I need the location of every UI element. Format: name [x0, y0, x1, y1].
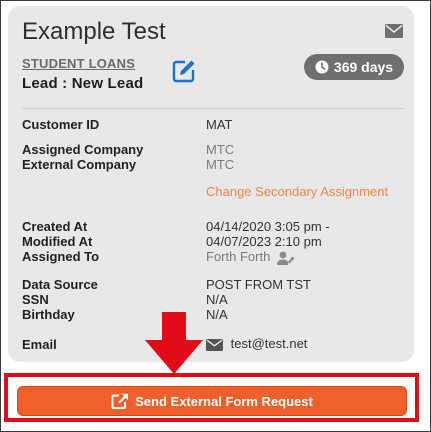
- customer-id-label: Customer ID: [22, 117, 100, 132]
- email-label: Email: [22, 337, 57, 352]
- clock-icon: [315, 60, 329, 74]
- assigned-to-label: Assigned To: [22, 249, 100, 264]
- ssn-label: SSN: [22, 292, 49, 307]
- assigned-company-label: Assigned Company: [22, 142, 144, 157]
- external-company-label: External Company: [22, 157, 137, 172]
- edit-icon[interactable]: [172, 59, 196, 83]
- customer-id-value: MAT: [206, 117, 233, 132]
- external-company-value: MTC: [206, 157, 235, 172]
- divider: [22, 108, 404, 109]
- modified-at-value: 04/07/2023 2:10 pm: [206, 234, 322, 249]
- envelope-icon[interactable]: [385, 24, 403, 38]
- arrow-down-icon: [145, 312, 203, 374]
- email-value: test@test.net: [206, 336, 307, 351]
- created-at-value: 04/14/2020 3:05 pm -: [206, 219, 330, 234]
- days-badge-text: 369 days: [333, 59, 394, 75]
- envelope-icon: [206, 338, 223, 351]
- external-link-icon: [111, 393, 129, 409]
- days-badge: 369 days: [304, 54, 404, 80]
- assigned-to-name: Forth Forth: [206, 249, 271, 264]
- assigned-company-value: MTC: [206, 142, 235, 157]
- birthday-value: N/A: [206, 307, 228, 322]
- category-link[interactable]: STUDENT LOANS: [22, 56, 135, 71]
- change-secondary-assignment-link[interactable]: Change Secondary Assignment: [206, 184, 388, 199]
- lead-status: Lead : New Lead: [22, 75, 144, 92]
- data-source-label: Data Source: [22, 277, 98, 292]
- assigned-to-value: Forth Forth: [206, 249, 295, 265]
- email-address[interactable]: test@test.net: [231, 336, 308, 351]
- lead-title: Example Test: [22, 18, 166, 45]
- send-external-form-request-label: Send External Form Request: [135, 393, 313, 409]
- send-external-form-request-button[interactable]: Send External Form Request: [17, 386, 407, 416]
- data-source-value: POST FROM TST: [206, 277, 311, 292]
- birthday-label: Birthday: [22, 307, 75, 322]
- user-edit-icon[interactable]: [276, 251, 295, 265]
- modified-at-label: Modified At: [22, 234, 93, 249]
- created-at-label: Created At: [22, 219, 88, 234]
- ssn-value: N/A: [206, 292, 228, 307]
- lead-card: Example Test STUDENT LOANS Lead : New Le…: [8, 6, 414, 362]
